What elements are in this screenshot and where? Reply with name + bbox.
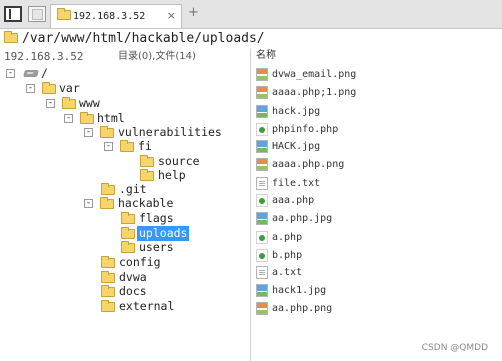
file-name: file.txt — [272, 178, 321, 189]
folder-icon — [140, 169, 154, 181]
folder-icon — [62, 97, 76, 109]
file-name: aaaa.php.png — [272, 159, 345, 170]
collapse-icon[interactable]: - — [84, 199, 93, 208]
tree-node-label: source — [158, 154, 200, 168]
folder-icon — [57, 8, 71, 20]
tree-node-label: .git — [119, 182, 147, 196]
file-name: HACK.jpg — [272, 141, 321, 152]
watermark: CSDN @QMDD — [421, 343, 488, 353]
folder-icon — [101, 271, 115, 283]
pane-divider[interactable] — [250, 49, 251, 361]
directory-tree: - / - var - www - html - vulnerabilities… — [0, 64, 250, 361]
tree-node-label: uploads — [137, 226, 190, 241]
tree-node-label: config — [119, 255, 161, 269]
file-name: a.php — [272, 232, 303, 243]
item-count: 目录(0),文件(14) — [118, 51, 196, 62]
file-name: aaa.php — [272, 195, 315, 206]
php-file-icon — [256, 249, 268, 262]
collapse-icon[interactable]: - — [104, 142, 113, 151]
folder-icon — [42, 82, 56, 94]
folder-icon — [121, 212, 135, 224]
tree-node-label: users — [139, 240, 174, 254]
file-name: b.php — [272, 250, 303, 261]
folder-icon — [100, 126, 114, 138]
server-address: 192.168.3.52 — [4, 50, 84, 63]
tree-node-label: var — [59, 81, 80, 95]
folder-icon — [140, 155, 154, 167]
tab-connection[interactable]: 192.168.3.52 × — [50, 4, 182, 28]
folder-icon — [101, 256, 115, 268]
tree-node-label: external — [119, 299, 175, 313]
collapse-icon[interactable]: - — [46, 99, 55, 108]
name-column-header[interactable]: 名称 — [256, 49, 276, 63]
folder-icon — [121, 241, 135, 253]
collapse-icon[interactable]: - — [64, 114, 73, 123]
image-file-icon — [256, 158, 268, 171]
folder-icon — [100, 197, 114, 209]
php-file-icon — [256, 231, 268, 244]
php-file-icon — [256, 123, 268, 136]
file-name: hack1.jpg — [272, 285, 327, 296]
text-file-icon — [256, 177, 268, 190]
close-icon[interactable]: × — [167, 5, 176, 27]
tree-node-label: / — [41, 66, 48, 80]
collapse-icon[interactable]: - — [26, 84, 35, 93]
image-file-icon — [256, 302, 268, 315]
tree-node-label: www — [79, 96, 100, 110]
folder-icon — [101, 285, 115, 297]
file-name: dvwa_email.png — [272, 69, 357, 80]
tree-node-label: html — [97, 111, 125, 125]
folder-icon — [101, 300, 115, 312]
panel-toggle-button[interactable] — [4, 6, 22, 22]
collapse-icon[interactable]: - — [84, 128, 93, 137]
file-name: phpinfo.php — [272, 124, 339, 135]
folder-icon — [121, 227, 135, 239]
add-tab-button[interactable]: + — [188, 5, 199, 20]
image-file-icon — [256, 212, 268, 225]
text-file-icon — [256, 266, 268, 279]
path-bar: /var/www/html/hackable/uploads/ — [0, 29, 502, 50]
php-file-icon — [256, 194, 268, 207]
status-bar: 192.168.3.52 目录(0),文件(14) 名称 — [0, 49, 502, 64]
tab-bar: 192.168.3.52 × + — [0, 0, 502, 29]
folder-icon — [4, 31, 18, 43]
tree-node-label: help — [158, 168, 186, 182]
image-file-icon — [256, 68, 268, 81]
file-name: aa.php.png — [272, 303, 333, 314]
file-name: a.txt — [272, 267, 303, 278]
image-file-icon — [256, 140, 268, 153]
folder-icon — [80, 112, 94, 124]
tree-node-label: vulnerabilities — [118, 125, 222, 139]
tree-node-label: flags — [139, 211, 174, 225]
image-file-icon — [256, 284, 268, 297]
file-name: aaaa.php;1.png — [272, 87, 357, 98]
tree-node-label: dvwa — [119, 270, 147, 284]
folder-icon — [120, 140, 134, 152]
image-file-icon — [256, 86, 268, 99]
file-name: aa.php.jpg — [272, 213, 333, 224]
window-button[interactable] — [28, 6, 46, 22]
tree-node-label: hackable — [118, 196, 174, 210]
tab-title: 192.168.3.52 — [73, 11, 146, 22]
file-name: hack.jpg — [272, 106, 321, 117]
tree-node-label: fi — [138, 139, 152, 153]
file-list: dvwa_email.png aaaa.php;1.png hack.jpg p… — [252, 64, 502, 361]
tree-node-label: docs — [119, 284, 147, 298]
folder-icon — [101, 183, 115, 195]
drive-icon — [23, 70, 39, 77]
path-input[interactable]: /var/www/html/hackable/uploads/ — [22, 31, 265, 46]
image-file-icon — [256, 105, 268, 118]
collapse-icon[interactable]: - — [6, 69, 15, 78]
